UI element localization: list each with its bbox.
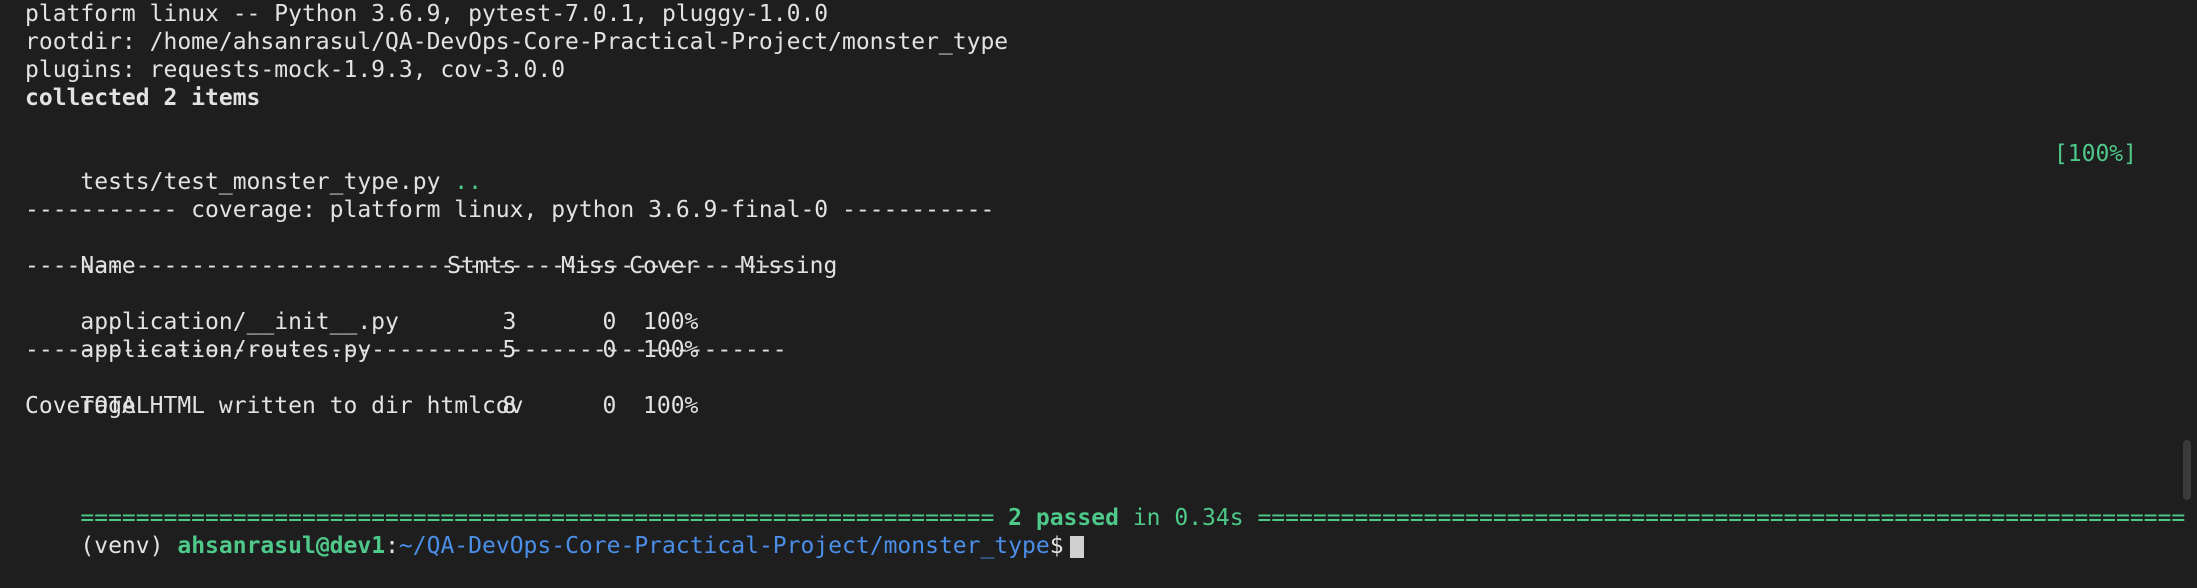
total-row: TOTAL 8 0 100% (25, 364, 2175, 419)
terminal-output: platform linux -- Python 3.6.9, pytest-7… (25, 0, 2185, 559)
scrollbar[interactable] (2183, 440, 2191, 500)
table-row: application/routes.py 5 0 100% (25, 308, 2175, 363)
collected-line: collected 2 items (25, 85, 261, 111)
test-progress-percent: [100%] (2053, 141, 2137, 167)
table-separator: ----------------------------------------… (25, 253, 787, 279)
rootdir-line: rootdir: /home/ahsanrasul/QA-DevOps-Core… (25, 29, 1009, 55)
current-path: ~/QA-DevOps-Core-Practical-Project/monst… (398, 533, 1050, 559)
venv-indicator: (venv) (80, 533, 164, 559)
coverage-html-note: Coverage HTML written to dir htmlcov (25, 393, 524, 419)
coverage-header-row: Name Stmts Miss Cover Missing (25, 224, 2175, 279)
shell-prompt[interactable]: (venv) ahsanrasul@dev1:~/QA-DevOps-Core-… (25, 504, 2175, 559)
table-row: application/__init__.py 3 0 100% (25, 280, 2175, 335)
plugins-line: plugins: requests-mock-1.9.3, cov-3.0.0 (25, 57, 566, 83)
prompt-symbol: $ (1049, 533, 1064, 559)
test-file-line: tests/test_monster_type.py .. [100%] (25, 140, 2175, 195)
text-cursor[interactable] (1069, 535, 1084, 558)
coverage-title: ----------- coverage: platform linux, py… (25, 197, 995, 223)
prompt-colon: : (385, 533, 399, 559)
summary-line: ========================================… (25, 476, 2185, 531)
table-separator: ----------------------------------------… (25, 337, 787, 363)
user-host: ahsanrasul@dev1 (177, 533, 386, 559)
platform-line: platform linux -- Python 3.6.9, pytest-7… (25, 1, 829, 27)
